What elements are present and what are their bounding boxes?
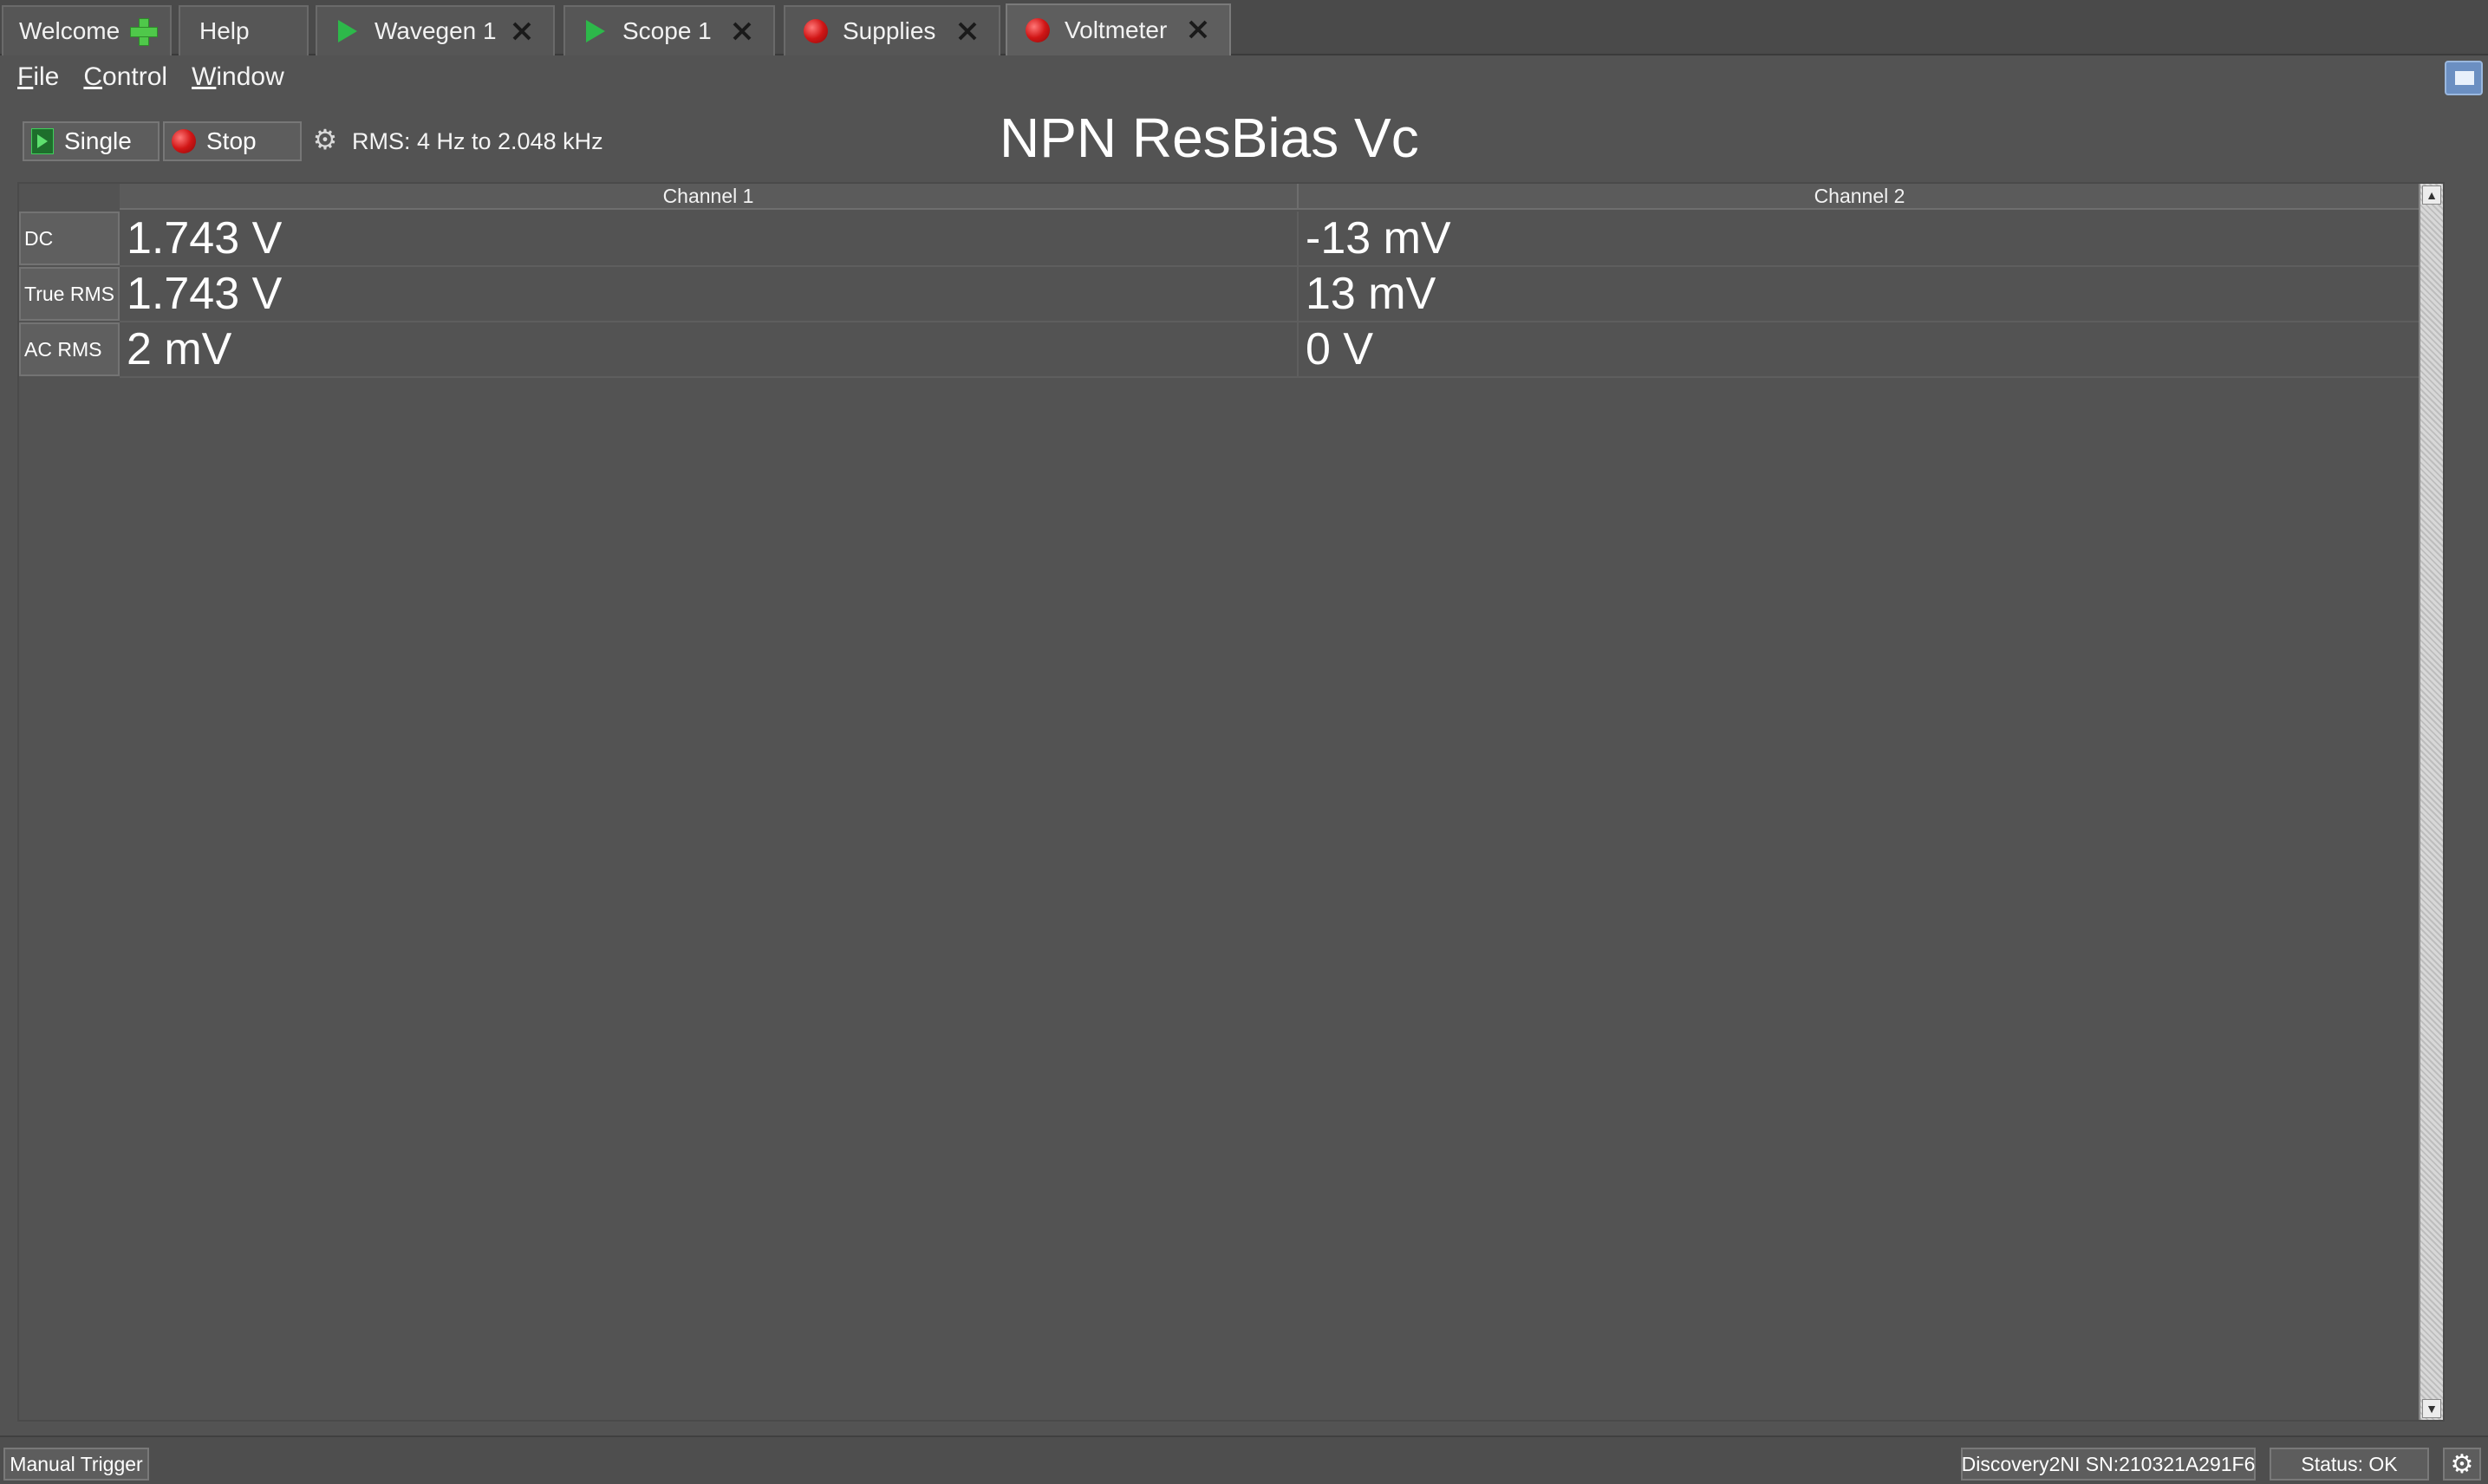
tab-help[interactable]: Help: [179, 5, 309, 55]
tab-supplies[interactable]: Supplies: [784, 5, 1000, 55]
stop-icon: [1023, 16, 1052, 45]
menu-mnemonic: F: [17, 62, 34, 91]
tab-label: Supplies: [843, 17, 936, 44]
close-icon[interactable]: [510, 19, 534, 43]
tab-bar: Welcome Help Wavegen 1 Scope 1 Supplies …: [0, 0, 2488, 55]
true-rms-channel-1-value: 1.743 V: [120, 267, 1299, 322]
tab-label: Voltmeter: [1065, 16, 1168, 43]
run-icon: [333, 16, 362, 46]
device-button[interactable]: Discovery2NI SN:210321A291F6: [1961, 1448, 2256, 1481]
menu-mnemonic: W: [192, 62, 217, 91]
status-bar: Manual Trigger Discovery2NI SN:210321A29…: [0, 1435, 2488, 1484]
row-header-true-rms: True RMS: [19, 267, 120, 321]
menu-file[interactable]: File: [17, 62, 59, 92]
dc-channel-2-value: -13 mV: [1299, 212, 2422, 267]
scroll-down-icon[interactable]: ▼: [2422, 1399, 2441, 1418]
manual-trigger-button[interactable]: Manual Trigger: [3, 1448, 149, 1481]
instrument-title[interactable]: NPN ResBias Vc: [1000, 106, 1419, 170]
measurement-table: Channel 1 Channel 2 DC 1.743 V -13 mV Tr…: [17, 182, 2445, 1422]
ac-rms-channel-1-value: 2 mV: [120, 322, 1299, 378]
close-icon[interactable]: [730, 19, 754, 43]
true-rms-channel-2-value: 13 mV: [1299, 267, 2422, 322]
single-run-icon: [31, 128, 54, 154]
settings-gear-icon[interactable]: ⚙: [2443, 1448, 2481, 1481]
gear-icon[interactable]: ⚙: [312, 126, 338, 153]
column-header-channel-1[interactable]: Channel 1: [120, 184, 1299, 210]
dc-channel-1-value: 1.743 V: [120, 212, 1299, 267]
dock-window-icon[interactable]: [2445, 61, 2483, 95]
tab-welcome[interactable]: Welcome: [2, 5, 172, 55]
tab-label: Help: [199, 17, 250, 44]
status-indicator[interactable]: Status: OK: [2270, 1448, 2429, 1481]
menu-mnemonic: C: [83, 62, 103, 91]
stop-button[interactable]: Stop: [163, 121, 302, 161]
menu-label: ile: [33, 62, 60, 91]
menu-bar: File Control Window: [0, 57, 2488, 97]
menu-window[interactable]: Window: [192, 62, 284, 92]
scroll-up-icon[interactable]: ▲: [2422, 186, 2441, 205]
tab-voltmeter[interactable]: Voltmeter: [1006, 3, 1231, 55]
column-header-channel-2[interactable]: Channel 2: [1299, 184, 2422, 210]
stop-icon: [801, 16, 830, 46]
tab-wavegen-1[interactable]: Wavegen 1: [316, 5, 555, 55]
row-header-dc: DC: [19, 212, 120, 265]
tab-label: Wavegen 1: [375, 17, 497, 44]
run-icon: [581, 16, 610, 46]
tab-label: Scope 1: [622, 17, 712, 44]
menu-label: indow: [216, 62, 284, 91]
menu-label: ontrol: [102, 62, 168, 91]
plus-icon[interactable]: [128, 16, 159, 46]
ac-rms-channel-2-value: 0 V: [1299, 322, 2422, 378]
vertical-scrollbar[interactable]: ▲ ▼: [2419, 184, 2443, 1420]
rms-range-label: RMS: 4 Hz to 2.048 kHz: [352, 128, 603, 154]
row-header-ac-rms: AC RMS: [19, 322, 120, 376]
tab-label: Welcome: [19, 17, 120, 44]
close-icon[interactable]: [955, 19, 980, 43]
menu-control[interactable]: Control: [83, 62, 167, 92]
close-icon[interactable]: [1186, 17, 1210, 42]
stop-button-label: Stop: [206, 127, 257, 154]
tab-scope-1[interactable]: Scope 1: [563, 5, 775, 55]
stop-icon: [172, 129, 196, 153]
single-button-label: Single: [64, 127, 132, 154]
single-button[interactable]: Single: [23, 121, 160, 161]
